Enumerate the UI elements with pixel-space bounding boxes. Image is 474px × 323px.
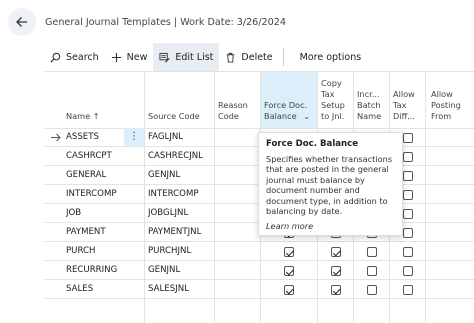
cell-name[interactable]: RECURRING [66,261,124,280]
tooltip-title: Force Doc. Balance [266,139,359,149]
action-bar: Search New Edit List Delete More options [44,43,474,71]
cell-name[interactable]: JOB [66,204,124,223]
search-label: Search [66,51,99,63]
column-header-name[interactable]: Name ↑ [60,72,144,128]
column-tooltip: Force Doc. Balance Specifies whether tra… [258,132,403,236]
tooltip-body: Specifies whether transactions that are … [266,154,393,217]
force-doc-balance-checkbox[interactable] [284,247,294,257]
incr-header-line2: Batch [357,100,381,110]
new-label: New [126,51,148,63]
incr-batch-name-checkbox[interactable] [367,266,377,276]
incr-batch-name-checkbox[interactable] [367,285,377,295]
source-code-header-label: Source Code [148,111,200,121]
row-actions-menu[interactable]: ⋮ [124,128,144,147]
chevron-down-icon[interactable]: ⌄ [303,111,310,121]
reason-header-line1: Reason [218,100,248,110]
force-header-line1: Force Doc. [264,100,308,110]
allow-tax-diff-checkbox[interactable] [403,133,413,143]
name-header-label: Name ↑ [66,111,100,121]
edit-list-label: Edit List [175,51,214,63]
cell-name[interactable]: SALES [66,280,124,299]
search-icon [50,52,61,63]
table-row[interactable]: PURCH PURCHJNL [44,242,474,261]
cell-source-code[interactable]: CASHRECJNL [148,147,212,166]
cell-source-code[interactable]: PURCHJNL [148,242,212,261]
allow-tax-diff-checkbox[interactable] [403,228,413,238]
allow-tax-diff-checkbox[interactable] [403,247,413,257]
arrow-left-icon [16,17,27,27]
column-header-incr-batch-name[interactable]: Incr... Batch Name [353,72,389,128]
allowtax-header-line1: Allow [393,89,415,99]
copy-tax-setup-checkbox[interactable] [331,247,341,257]
column-header-reason-code[interactable]: Reason Code [214,72,260,128]
delete-button[interactable]: Delete [219,43,278,71]
force-header-line2: Balance [264,111,297,121]
cell-name[interactable]: CASHRCPT [66,147,124,166]
allowpost-header-line2: Posting [431,100,461,110]
allowtax-header-line2: Tax [393,100,407,110]
allowpost-header-line1: Allow [431,89,453,99]
page-title: General Journal Templates | Work Date: 3… [45,17,286,28]
cell-source-code[interactable]: PAYMENTJNL [148,223,212,242]
copy-header-line2: Tax [321,89,335,99]
cell-name[interactable]: ASSETS [66,128,124,147]
column-header-copy-tax-setup[interactable]: Copy Tax Setup to Jnl. [317,72,353,128]
edit-list-button[interactable]: Edit List [153,43,220,71]
incr-header-line1: Incr... [357,89,380,99]
force-doc-balance-checkbox[interactable] [284,266,294,276]
toolbar-divider [282,48,284,66]
copy-header-line4: to Jnl. [321,111,345,121]
cell-name[interactable]: INTERCOMP [66,185,124,204]
cell-name[interactable]: GENERAL [66,166,124,185]
column-header-force-doc-balance[interactable]: Force Doc. Balance ⌄ [260,72,317,128]
allowpost-header-line3: From [431,111,452,121]
back-button[interactable] [8,8,36,36]
trash-icon [227,52,235,63]
allow-tax-diff-checkbox[interactable] [403,209,413,219]
cell-source-code[interactable]: FAGLJNL [148,128,212,147]
cell-name[interactable]: PAYMENT [66,223,124,242]
copy-tax-setup-checkbox[interactable] [331,285,341,295]
column-header-allow-posting-from[interactable]: Allow Posting From [425,72,474,128]
cell-source-code[interactable]: SALESJNL [148,280,212,299]
column-header-source-code[interactable]: Source Code [144,72,214,128]
copy-header-line1: Copy [321,78,342,88]
copy-header-line3: Setup [321,100,345,110]
cell-name[interactable]: PURCH [66,242,124,261]
incr-batch-name-checkbox[interactable] [367,247,377,257]
plus-icon [111,52,121,62]
row-selected-arrow-icon [51,133,61,142]
reason-header-line2: Code [218,111,239,121]
table-row[interactable]: RECURRING GENJNL [44,261,474,280]
edit-list-icon [159,52,170,63]
cell-source-code[interactable]: GENJNL [148,261,212,280]
column-header-allow-tax-diff[interactable]: Allow Tax Diff... [389,72,425,128]
row-divider [44,298,474,299]
new-button[interactable]: New [105,43,154,71]
copy-tax-setup-checkbox[interactable] [331,266,341,276]
allow-tax-diff-checkbox[interactable] [403,285,413,295]
learn-more-link[interactable]: Learn more [266,221,395,231]
incr-header-line3: Name [357,111,382,121]
allowtax-header-line3: Diff... [393,111,416,121]
allow-tax-diff-checkbox[interactable] [403,266,413,276]
cell-source-code[interactable]: INTERCOMP [148,185,212,204]
cell-source-code[interactable]: JOBGLJNL [148,204,212,223]
force-doc-balance-checkbox[interactable] [284,285,294,295]
allow-tax-diff-checkbox[interactable] [403,190,413,200]
allow-tax-diff-checkbox[interactable] [403,171,413,181]
cell-source-code[interactable]: GENJNL [148,166,212,185]
more-options-button[interactable]: More options [294,43,368,71]
table-row[interactable]: SALES SALESJNL [44,280,474,299]
search-button[interactable]: Search [44,43,105,71]
delete-label: Delete [241,51,273,63]
allow-tax-diff-checkbox[interactable] [403,152,413,162]
more-options-label: More options [299,51,362,63]
